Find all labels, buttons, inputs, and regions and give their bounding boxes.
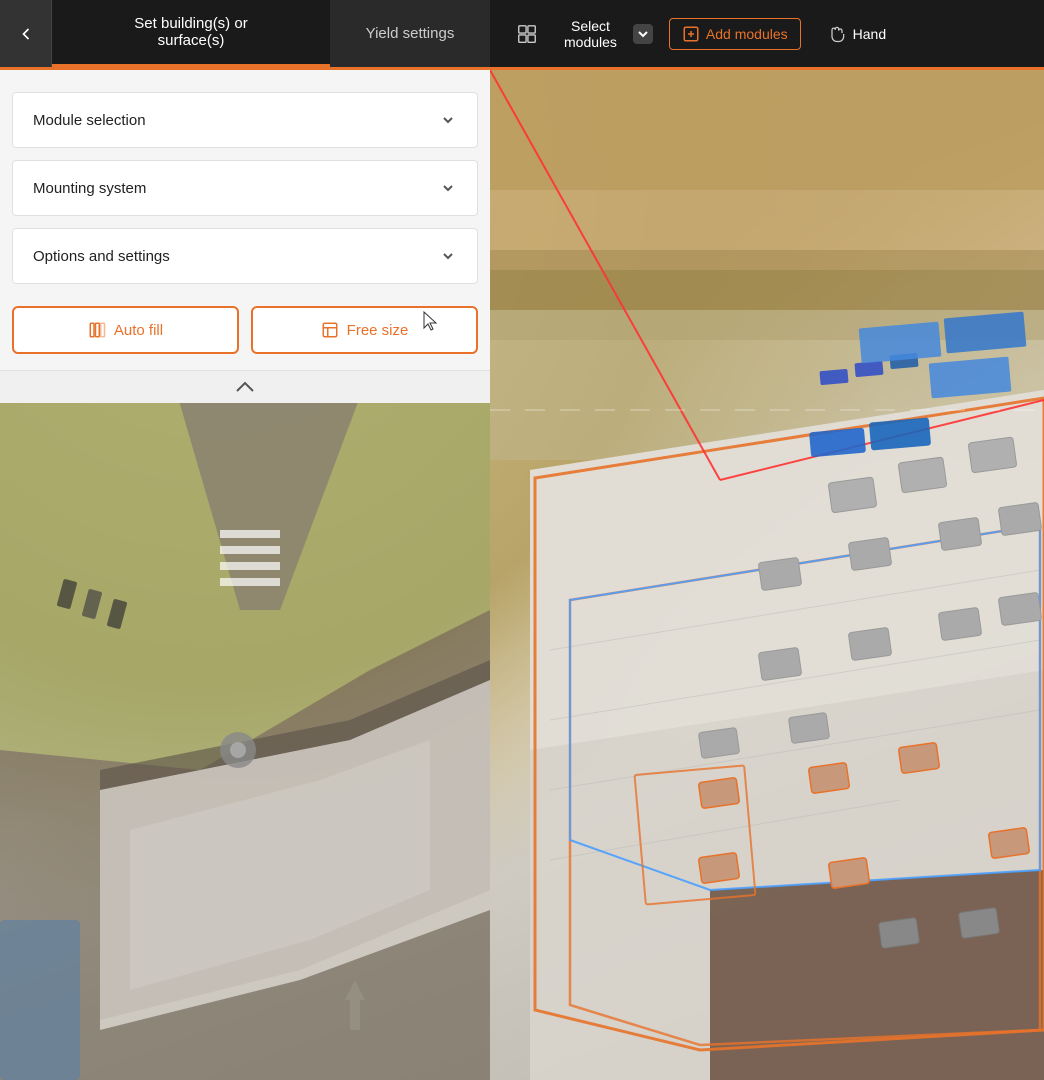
left-panel: Module selection Mounting system Options… xyxy=(0,70,490,403)
select-modules-dropdown[interactable] xyxy=(633,24,653,44)
add-modules-button[interactable]: Add modules xyxy=(669,18,801,50)
back-button[interactable] xyxy=(0,0,52,67)
mounting-system-label: Mounting system xyxy=(33,180,146,197)
options-settings-section: Options and settings xyxy=(12,228,478,284)
free-size-icon xyxy=(321,321,339,339)
chevron-down-icon-2 xyxy=(440,180,456,196)
view-toggle-button[interactable] xyxy=(506,17,548,51)
collapse-toggle[interactable] xyxy=(0,370,490,403)
top-bar: Set building(s) or surface(s) Yield sett… xyxy=(0,0,1044,70)
chevron-down-icon xyxy=(637,28,649,40)
mounting-system-header[interactable]: Mounting system xyxy=(13,161,477,215)
select-modules-button[interactable]: Select modules xyxy=(564,18,617,50)
module-selection-chevron xyxy=(439,111,457,129)
auto-fill-icon xyxy=(88,321,106,339)
chevron-up-icon xyxy=(235,381,255,393)
auto-fill-button[interactable]: Auto fill xyxy=(12,306,239,354)
module-selection-label: Module selection xyxy=(33,112,146,129)
action-buttons: Auto fill Free size xyxy=(0,290,490,370)
tab-yield-settings[interactable]: Yield settings xyxy=(330,0,490,67)
free-size-button[interactable]: Free size xyxy=(251,306,478,354)
tab-set-building[interactable]: Set building(s) or surface(s) xyxy=(52,0,330,67)
module-selection-section: Module selection xyxy=(12,92,478,148)
add-icon xyxy=(682,25,700,43)
view-icon xyxy=(516,23,538,45)
back-icon xyxy=(16,24,36,44)
hand-icon xyxy=(827,24,847,44)
toolbar-right: Select modules Add modules Hand xyxy=(490,17,1044,51)
options-settings-header[interactable]: Options and settings xyxy=(13,229,477,283)
module-selection-header[interactable]: Module selection xyxy=(13,93,477,147)
hand-button[interactable]: Hand xyxy=(817,18,896,50)
mounting-system-section: Mounting system xyxy=(12,160,478,216)
chevron-down-icon xyxy=(440,112,456,128)
left-panel-header: Set building(s) or surface(s) Yield sett… xyxy=(0,0,490,67)
chevron-down-icon-3 xyxy=(440,248,456,264)
mounting-system-chevron xyxy=(439,179,457,197)
options-settings-chevron xyxy=(439,247,457,265)
options-settings-label: Options and settings xyxy=(33,248,170,265)
